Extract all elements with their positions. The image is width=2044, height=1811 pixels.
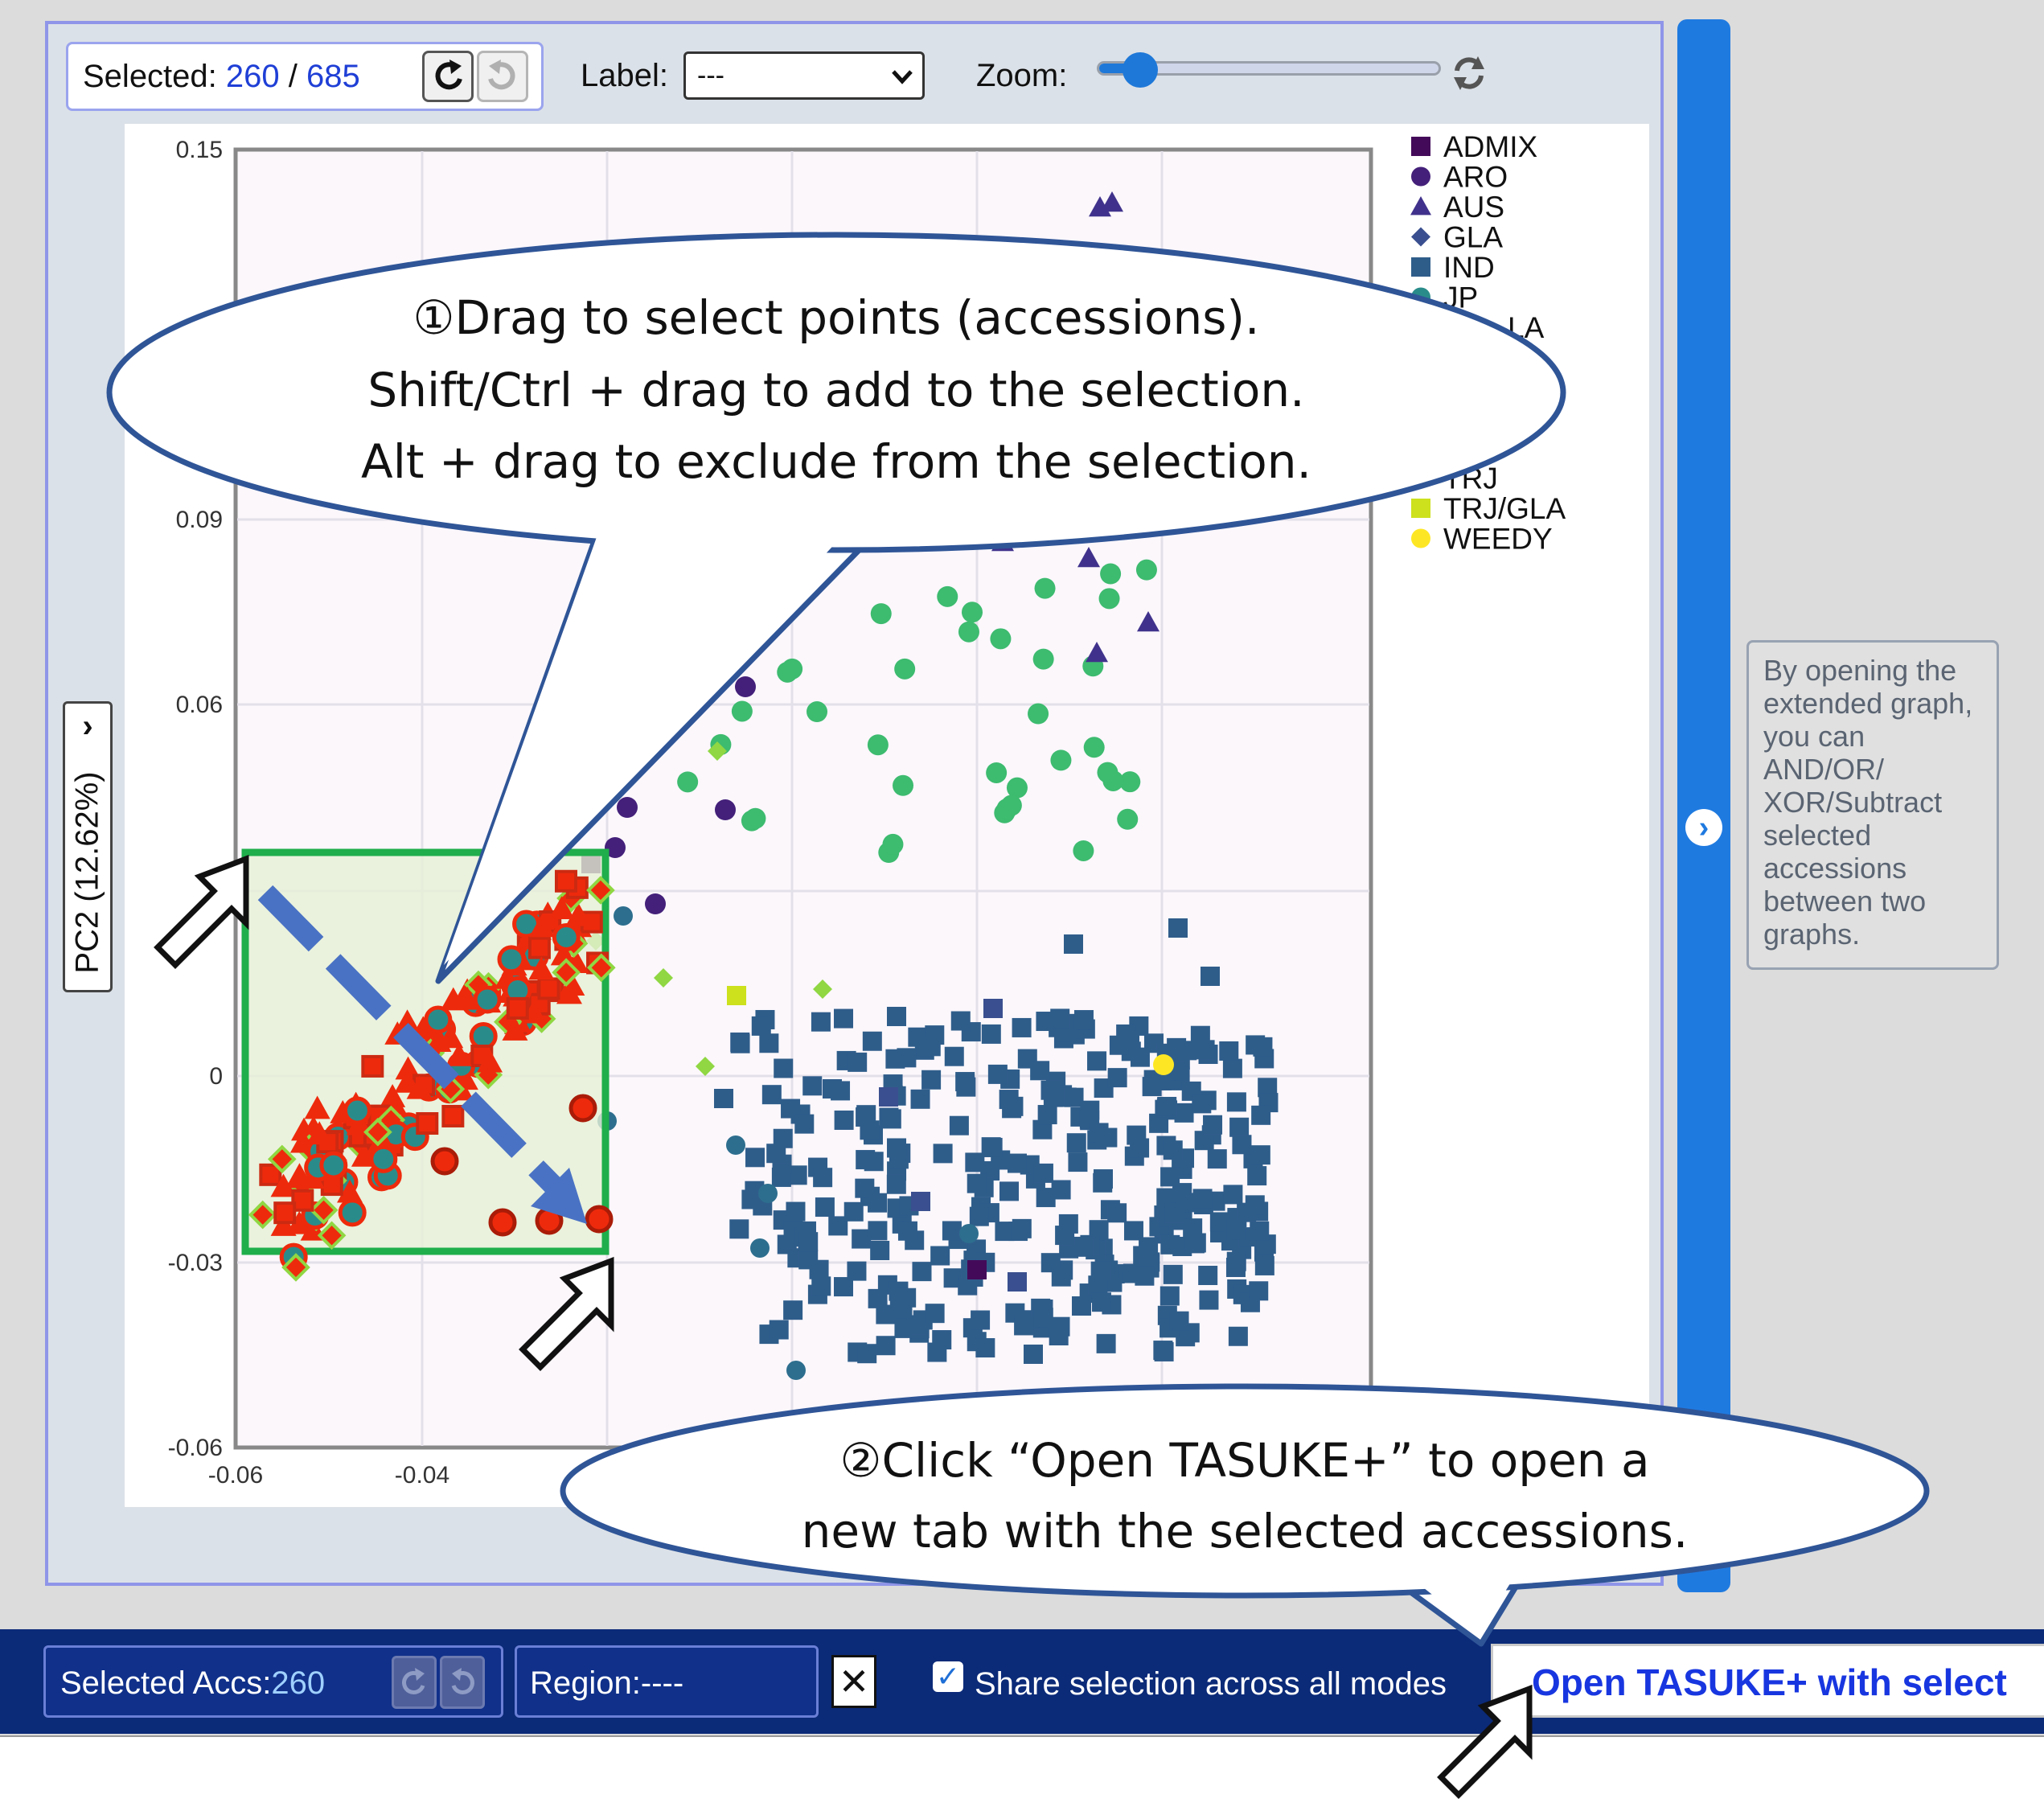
callout-open-instructions: ②Click “Open TASUKE+” to open a new tab … — [560, 1383, 1930, 1647]
cursor-arrow-icon — [1437, 1684, 1533, 1799]
callout-line-2: Shift/Ctrl + drag to add to the selectio… — [367, 363, 1304, 417]
annotation-overlay: ①Drag to select points (accessions). Shi… — [106, 232, 1930, 1799]
callout-line-1: ①Drag to select points (accessions). — [412, 290, 1259, 345]
cursor-arrow-icon — [519, 1256, 614, 1371]
callout2-line-1: ②Click “Open TASUKE+” to open a — [840, 1433, 1650, 1488]
callout-drag-instructions: ①Drag to select points (accessions). Shi… — [106, 232, 1566, 984]
callout2-line-2: new tab with the selected accessions. — [802, 1504, 1689, 1558]
cursor-arrow-icon — [154, 854, 249, 969]
callout-line-3: Alt + drag to exclude from the selection… — [361, 434, 1311, 489]
drag-arrow — [257, 885, 587, 1224]
